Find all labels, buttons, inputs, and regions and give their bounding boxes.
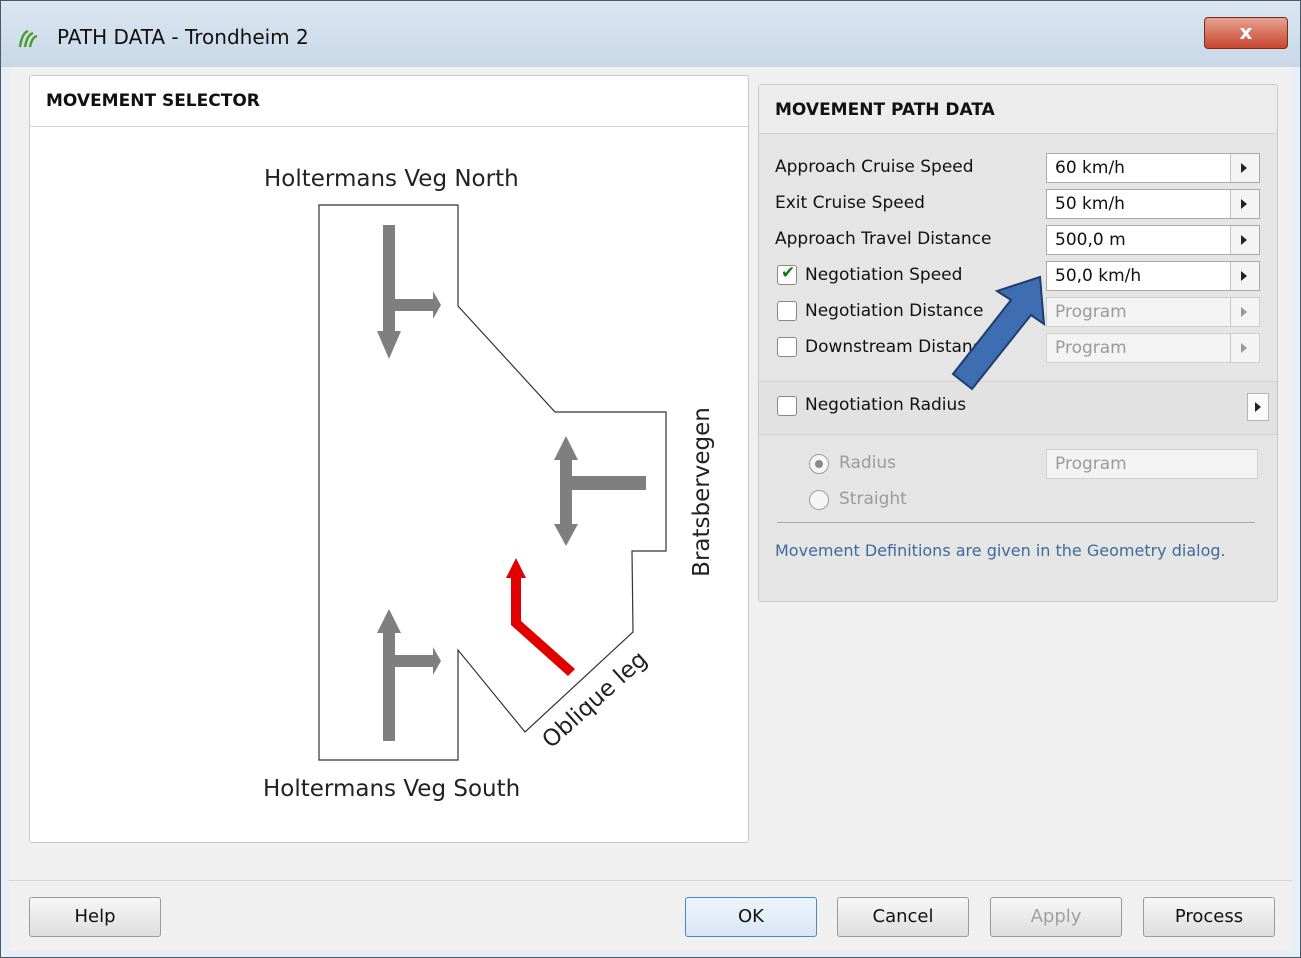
exit-cruise-speed-arrow-icon[interactable]: [1230, 190, 1259, 218]
apply-button: Apply: [990, 897, 1122, 937]
approach-travel-distance-value: 500,0 m: [1055, 230, 1126, 250]
cancel-button[interactable]: Cancel: [837, 897, 969, 937]
radius-radio-label: Radius: [839, 453, 897, 473]
negotiation-radius-checkbox[interactable]: [777, 396, 797, 416]
movement-east-stem: [560, 458, 572, 526]
exit-cruise-speed-label: Exit Cruise Speed: [775, 193, 925, 213]
path-data-title: MOVEMENT PATH DATA: [775, 100, 995, 120]
check-icon: ✔: [781, 263, 796, 283]
window-title: PATH DATA - Trondheim 2: [57, 25, 309, 49]
close-button[interactable]: x: [1204, 17, 1288, 49]
movement-north-stem: [383, 225, 395, 331]
movement-east-bar: [572, 476, 646, 490]
ok-button[interactable]: OK: [685, 897, 817, 937]
straight-radio-label: Straight: [839, 489, 907, 509]
approach-travel-distance-label: Approach Travel Distance: [775, 229, 992, 249]
process-button[interactable]: Process: [1143, 897, 1275, 937]
path-data-window: PATH DATA - Trondheim 2 x MOVEMENT SELEC…: [0, 0, 1301, 958]
straight-radio: [809, 490, 829, 510]
radius-radio: [809, 454, 829, 474]
path-data-header: MOVEMENT PATH DATA: [759, 85, 1277, 134]
movement-selector-panel: MOVEMENT SELECTOR Holtermans Veg North H…: [29, 75, 749, 843]
approach-cruise-speed-field[interactable]: 60 km/h: [1046, 153, 1260, 183]
label-east: Bratsbervegen: [689, 407, 715, 577]
title-bar: PATH DATA - Trondheim 2 x: [1, 1, 1300, 67]
negotiation-speed-checkbox[interactable]: ✔: [777, 263, 797, 285]
movement-south-stem: [383, 631, 395, 741]
exit-cruise-speed-value: 50 km/h: [1055, 194, 1125, 214]
close-icon: x: [1239, 20, 1253, 44]
annotation-arrow-shape: [951, 275, 1046, 391]
label-south: Holtermans Veg South: [263, 776, 521, 802]
exit-cruise-speed-field[interactable]: 50 km/h: [1046, 189, 1260, 219]
approach-cruise-speed-value: 60 km/h: [1055, 158, 1125, 178]
downstream-distance-checkbox[interactable]: [777, 337, 797, 357]
movement-south-bar: [395, 655, 435, 667]
help-button[interactable]: Help: [29, 897, 161, 937]
radio-dot-icon: [815, 460, 823, 468]
footer-divider: [9, 880, 1292, 881]
downstream-distance-arrow-icon: [1230, 334, 1259, 362]
negotiation-distance-checkbox[interactable]: [777, 301, 797, 321]
app-icon: [18, 29, 38, 48]
dialog-client: MOVEMENT SELECTOR Holtermans Veg North H…: [9, 67, 1292, 951]
divider: [777, 522, 1255, 523]
label-north: Holtermans Veg North: [264, 166, 519, 192]
radius-value: Program: [1055, 454, 1127, 474]
radius-value-field: Program: [1046, 449, 1258, 479]
annotation-arrow-icon: [951, 275, 1046, 391]
approach-cruise-speed-arrow-icon[interactable]: [1230, 154, 1259, 182]
approach-cruise-speed-label: Approach Cruise Speed: [775, 157, 974, 177]
approach-travel-distance-field[interactable]: 500,0 m: [1046, 225, 1260, 255]
movement-north-bar: [395, 299, 435, 311]
approach-travel-distance-arrow-icon[interactable]: [1230, 226, 1259, 254]
negotiation-radius-expand-icon[interactable]: [1247, 393, 1269, 421]
movement-definitions-note: Movement Definitions are given in the Ge…: [775, 541, 1226, 560]
negotiation-speed-arrow-icon[interactable]: [1230, 262, 1259, 290]
negotiation-distance-arrow-icon: [1230, 298, 1259, 326]
